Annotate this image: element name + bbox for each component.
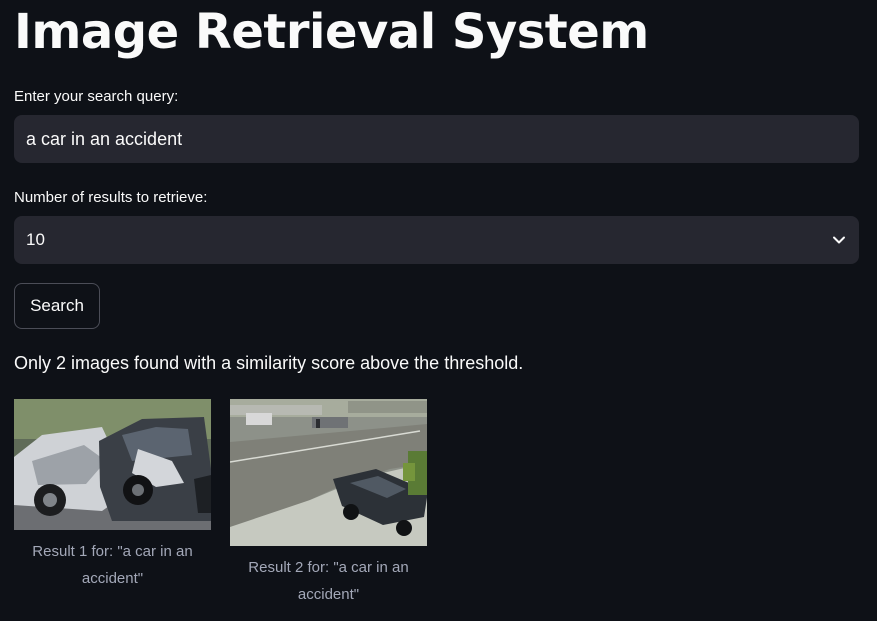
query-label: Enter your search query:: [14, 88, 179, 105]
result-card: Result 1 for: "a car in an accident": [14, 399, 211, 592]
app-page: Image Retrieval System Enter your search…: [0, 0, 877, 621]
search-input[interactable]: [14, 115, 859, 163]
result-caption: Result 1 for: "a car in an accident": [32, 543, 193, 587]
chevron-down-icon: [831, 232, 847, 248]
results-count-label: Number of results to retrieve:: [14, 189, 208, 206]
page-title: Image Retrieval System: [14, 4, 649, 60]
results-count-select[interactable]: 10: [14, 216, 859, 264]
status-message: Only 2 images found with a similarity sc…: [14, 353, 524, 373]
result-card: Result 2 for: "a car in an accident": [230, 399, 427, 608]
results-count-value: 10: [26, 230, 45, 249]
result-caption: Result 2 for: "a car in an accident": [248, 559, 409, 603]
result-image[interactable]: [14, 399, 211, 530]
search-button[interactable]: Search: [14, 283, 100, 329]
result-image[interactable]: [230, 399, 427, 546]
